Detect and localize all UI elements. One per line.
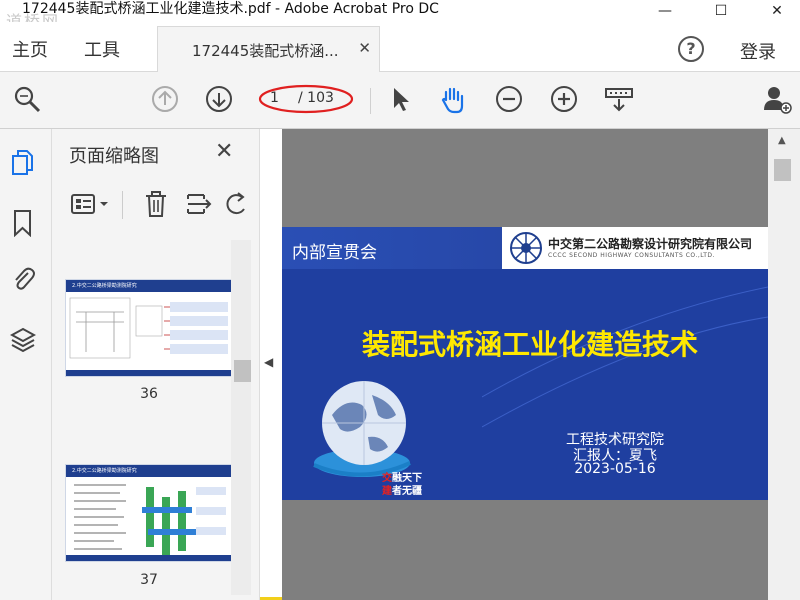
share-user-icon[interactable] <box>762 84 792 114</box>
page-thumbnails-icon[interactable] <box>10 149 36 177</box>
company-name-cn: 中交第二公路勘察设计研究院有限公司 <box>548 237 753 251</box>
date-label: 2023-05-16 <box>574 461 656 477</box>
thumbnail-header: 2.中交二公路桥梁勘测院研究 <box>66 280 232 292</box>
rotate-page-icon[interactable] <box>224 189 250 219</box>
thumbnail-drawing <box>74 484 226 555</box>
document-tab[interactable]: 172445装配式桥涵... ✕ <box>157 26 380 72</box>
zoom-out-icon[interactable] <box>494 84 524 114</box>
thumbnail-header: 2.中交二公路桥梁勘测院研究 <box>66 465 232 477</box>
page-thumbnail-36[interactable]: 2.中交二公路桥梁勘测院研究 <box>65 279 233 377</box>
thumbnail-footer <box>66 555 232 561</box>
page-display-icon[interactable] <box>604 84 634 114</box>
panel-divider <box>122 191 123 219</box>
thumbnail-options-icon[interactable] <box>70 189 112 219</box>
navigation-rail <box>0 129 52 600</box>
attachment-icon[interactable] <box>10 265 36 293</box>
document-scrollbar-handle[interactable] <box>774 159 791 181</box>
home-tab[interactable]: 主页 <box>12 36 48 62</box>
next-page-icon[interactable] <box>204 84 234 114</box>
close-tab-icon[interactable]: ✕ <box>358 39 371 57</box>
maximize-button[interactable]: ☐ <box>698 0 744 22</box>
company-name-en: CCCC SECOND HIGHWAY CONSULTANTS CO.,LTD. <box>548 252 715 259</box>
document-tab-label: 172445装配式桥涵... <box>192 42 339 60</box>
select-cursor-icon[interactable] <box>386 84 416 114</box>
insert-page-icon[interactable] <box>184 189 212 219</box>
page-thumbnail-37[interactable]: 2.中交二公路桥梁勘测院研究 <box>65 464 233 562</box>
previous-page-icon[interactable] <box>150 84 180 114</box>
collapse-panel-arrow[interactable]: ◀ <box>264 355 273 369</box>
toolbar: 1 / 103 <box>0 72 800 129</box>
login-button[interactable]: 登录 <box>740 38 776 64</box>
thumbnails-panel: 页面缩略图 ✕ 2.中交二公路桥梁勘测院研究 36 2.中交二公路桥梁勘测院研究… <box>52 129 260 600</box>
search-icon[interactable] <box>12 84 42 114</box>
thumbnail-footer <box>66 370 232 376</box>
thumbnail-drawing <box>69 297 228 359</box>
layers-icon[interactable] <box>10 325 36 353</box>
delete-page-icon[interactable] <box>142 189 170 219</box>
pdf-page-1: 内部宣贯会 中交第二公路勘察设计研究院有限公司 CCCC SECOND HIGH… <box>282 227 768 500</box>
thumbnail-scrollbar-handle[interactable] <box>234 360 251 382</box>
meeting-label: 内部宣贯会 <box>292 243 377 263</box>
highlight-ellipse <box>258 84 354 114</box>
minimize-button[interactable]: — <box>642 0 688 22</box>
document-scrollbar[interactable]: ▲ <box>768 129 800 600</box>
company-logo-icon <box>510 232 542 264</box>
close-window-button[interactable]: ✕ <box>754 0 800 22</box>
close-panel-icon[interactable]: ✕ <box>215 139 233 164</box>
slide-title: 装配式桥涵工业化建造技术 <box>362 328 699 361</box>
scroll-up-arrow[interactable]: ▲ <box>778 135 786 146</box>
thumbnail-scrollbar[interactable] <box>231 240 251 595</box>
thumbnail-page-number: 36 <box>140 386 158 402</box>
slogan-line-2: 建者无疆 <box>382 486 422 497</box>
help-icon[interactable]: ? <box>678 36 704 62</box>
company-logo-box: 中交第二公路勘察设计研究院有限公司 CCCC SECOND HIGHWAY CO… <box>502 227 768 269</box>
title-bar: 道桥网 172445装配式桥涵工业化建造技术.pdf - Adobe Acrob… <box>0 0 800 31</box>
toolbar-divider <box>370 88 371 114</box>
page-navigator: 1 / 103 <box>258 84 354 114</box>
bookmark-icon[interactable] <box>10 209 36 237</box>
panel-title: 页面缩略图 <box>69 146 159 167</box>
window-title: 172445装配式桥涵工业化建造技术.pdf - Adobe Acrobat P… <box>22 1 439 17</box>
thumbnail-page-number: 37 <box>140 572 158 588</box>
hand-tool-icon[interactable] <box>438 84 468 114</box>
tools-tab[interactable]: 工具 <box>84 36 120 62</box>
zoom-in-icon[interactable] <box>549 84 579 114</box>
